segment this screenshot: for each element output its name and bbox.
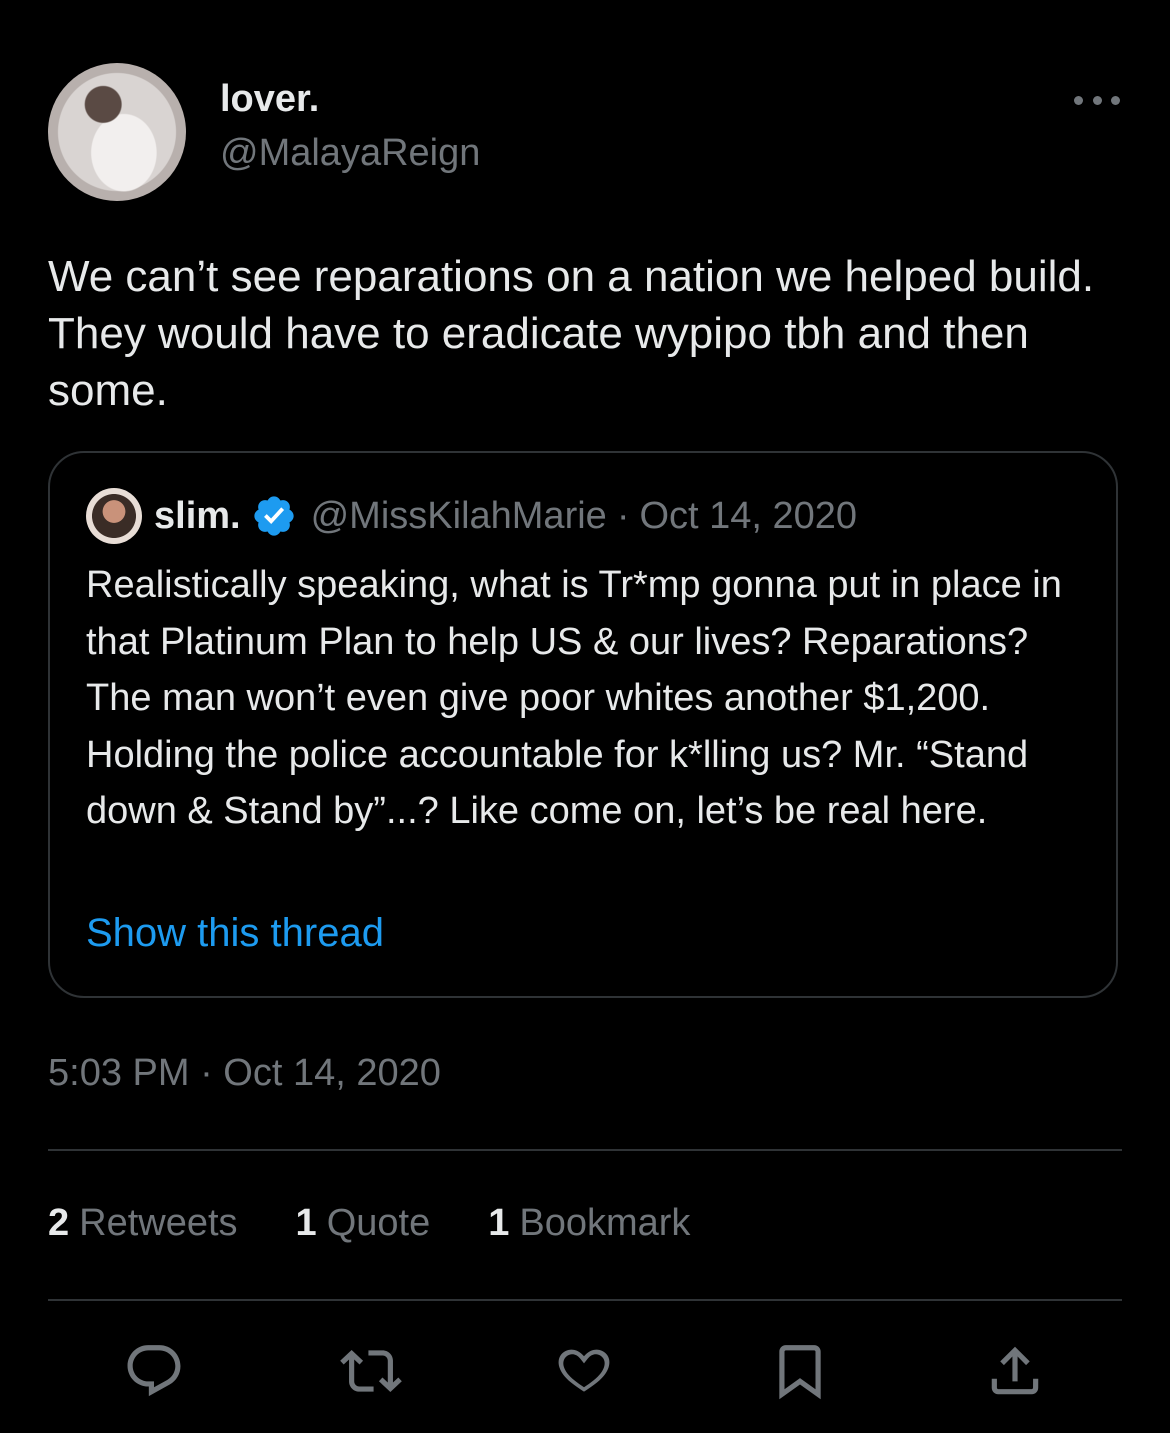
divider bbox=[48, 1149, 1122, 1151]
tweet-timestamp[interactable]: 5:03 PM · Oct 14, 2020 bbox=[48, 1052, 441, 1095]
bookmarks-count: 1 bbox=[488, 1202, 510, 1244]
quoted-tweet-card[interactable]: slim. @MissKilahMarie · Oct 14, 2020 Rea… bbox=[48, 451, 1118, 998]
tweet-text: We can’t see reparations on a nation we … bbox=[48, 252, 1095, 415]
quotes-count: 1 bbox=[295, 1202, 317, 1244]
more-options-icon[interactable] bbox=[1074, 88, 1120, 112]
quoted-avatar[interactable] bbox=[86, 488, 142, 544]
divider bbox=[48, 1299, 1122, 1301]
share-icon bbox=[991, 1346, 1039, 1395]
share-button[interactable] bbox=[982, 1338, 1048, 1404]
reply-button[interactable] bbox=[121, 1338, 187, 1404]
retweets-stat[interactable]: 2 Retweets bbox=[48, 1202, 238, 1245]
quoted-tweet-text: Realistically speaking, what is Tr*mp go… bbox=[86, 564, 1062, 832]
quotes-label: Quote bbox=[326, 1202, 431, 1244]
show-thread-link[interactable]: Show this thread bbox=[86, 911, 384, 956]
quoted-display-name[interactable]: slim. bbox=[154, 495, 241, 538]
quotes-stat[interactable]: 1 Quote bbox=[296, 1202, 431, 1245]
separator-dot: · bbox=[616, 494, 630, 537]
reply-icon bbox=[127, 1345, 181, 1397]
quoted-date: Oct 14, 2020 bbox=[639, 494, 858, 537]
retweet-button[interactable] bbox=[338, 1338, 404, 1404]
author-handle[interactable]: @MalayaReign bbox=[220, 132, 480, 175]
like-icon bbox=[558, 1349, 610, 1392]
retweet-icon bbox=[340, 1350, 402, 1392]
bookmarks-label: Bookmark bbox=[519, 1202, 691, 1244]
like-button[interactable] bbox=[551, 1338, 617, 1404]
bookmark-button[interactable] bbox=[767, 1338, 833, 1404]
bookmarks-stat[interactable]: 1 Bookmark bbox=[488, 1202, 690, 1245]
profile-avatar[interactable] bbox=[48, 63, 186, 201]
quoted-tweet-header: slim. @MissKilahMarie · Oct 14, 2020 bbox=[154, 493, 857, 539]
quoted-handle[interactable]: @MissKilahMarie bbox=[311, 495, 607, 538]
verified-badge-icon bbox=[253, 496, 294, 536]
retweets-label: Retweets bbox=[79, 1202, 238, 1244]
retweets-count: 2 bbox=[48, 1202, 70, 1244]
bookmark-icon bbox=[779, 1345, 821, 1400]
tweet-stats: 2 Retweets 1 Quote 1 Bookmark bbox=[48, 1202, 748, 1245]
author-display-name[interactable]: lover. bbox=[220, 78, 319, 121]
